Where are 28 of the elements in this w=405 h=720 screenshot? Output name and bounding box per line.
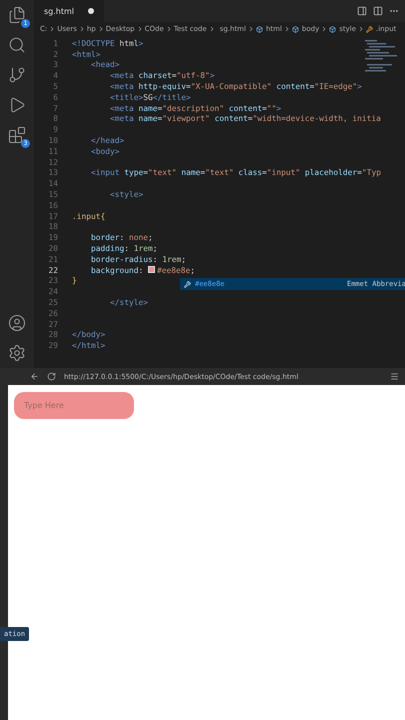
selector-icon (366, 26, 374, 32)
element-icon (256, 26, 263, 32)
chevron-icon (210, 26, 214, 32)
chevron-icon (80, 26, 84, 32)
reload-icon[interactable] (47, 372, 56, 381)
tab-label: sg.html (44, 6, 74, 16)
chevron-icon (166, 26, 171, 32)
chevron-icon (284, 26, 289, 32)
chevron-icon (98, 26, 103, 32)
element-icon (292, 26, 299, 32)
chevron-icon (359, 26, 364, 32)
back-icon[interactable] (30, 372, 39, 381)
search-icon[interactable] (8, 36, 26, 54)
chevron-icon (138, 26, 142, 32)
split-editor-icon[interactable] (373, 6, 383, 16)
menu-icon[interactable] (390, 372, 399, 381)
account-icon[interactable] (8, 314, 26, 332)
preview-icon[interactable] (357, 6, 367, 16)
settings-icon[interactable] (8, 344, 26, 362)
element-icon (329, 26, 336, 32)
wrench-icon (184, 280, 191, 288)
branch-icon[interactable] (8, 66, 26, 84)
chevron-icon (248, 26, 253, 32)
chevron-icon (322, 26, 326, 32)
text-input[interactable]: Type Here (14, 392, 134, 419)
run-icon[interactable] (8, 96, 26, 114)
chevron-icon (50, 26, 54, 32)
editor-tab[interactable]: sg.html (34, 0, 104, 22)
